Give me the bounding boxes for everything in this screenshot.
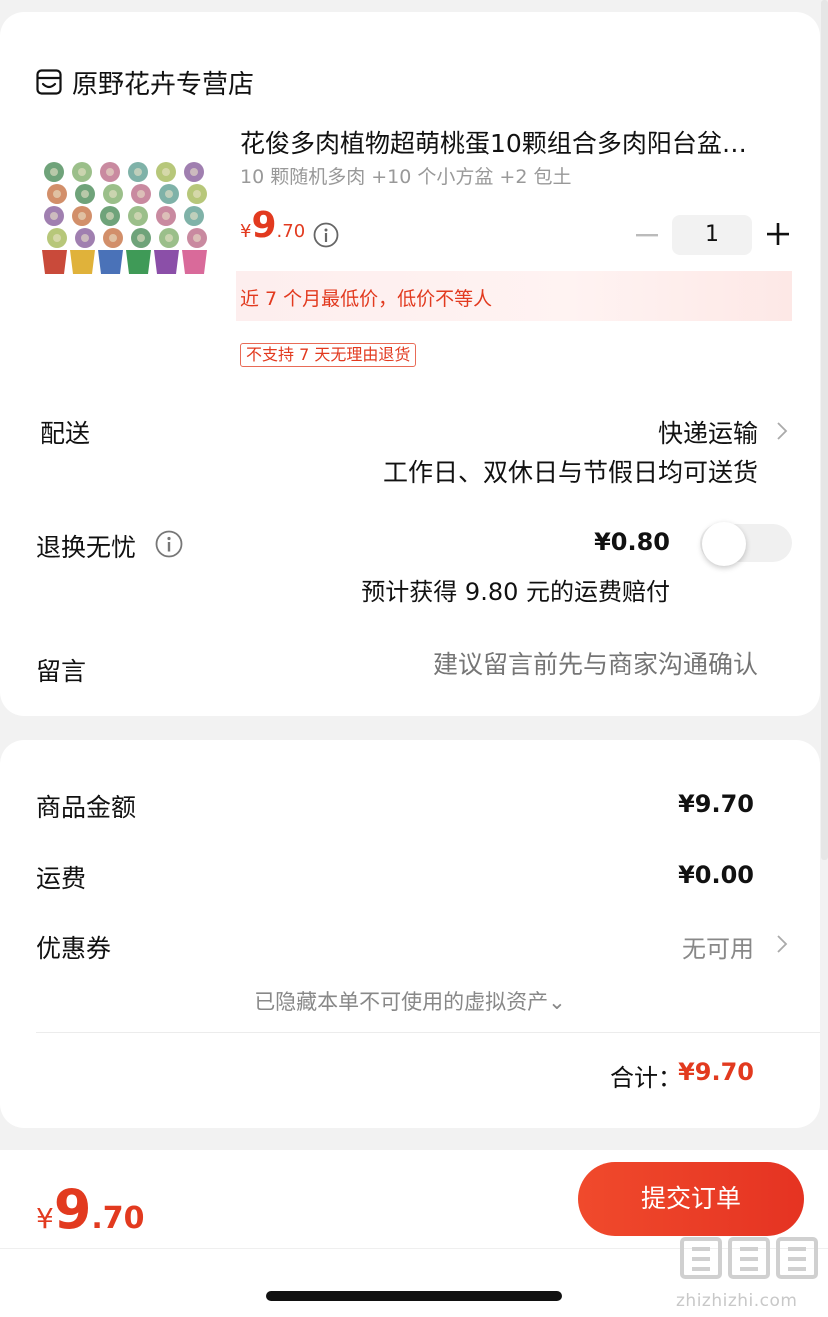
return-insurance-price: ¥0.80 [594,528,670,556]
price-decimal: .70 [91,1201,145,1236]
quantity-decrease-button[interactable] [632,220,662,250]
quantity-input[interactable]: 1 [672,215,752,255]
chevron-right-icon[interactable] [775,933,789,955]
message-label: 留言 [36,657,87,686]
bottom-total-price: ¥9.70 [36,1178,145,1241]
goods-amount-label: 商品金额 [36,793,137,822]
watermark-logo [680,1237,818,1279]
price-integer: 9 [251,205,277,246]
coupon-label: 优惠券 [36,934,112,963]
message-input[interactable] [358,650,758,679]
delivery-method[interactable]: 快递运输 [658,414,758,450]
coupon-value[interactable]: 无可用 [682,929,754,964]
currency-symbol: ¥ [36,1202,54,1235]
no-return-tag: 不支持 7 天无理由退货 [240,343,417,367]
delivery-label: 配送 [40,419,91,448]
store-icon [36,69,62,95]
shipping-fee-value: ¥0.00 [678,861,754,889]
toggle-knob [702,522,746,566]
shipping-fee-label: 运费 [36,864,87,893]
store-name[interactable]: 原野花卉专营店 [72,64,254,101]
bottom-bar: ¥9.70 提交订单 zhizhizhi.com [0,1150,828,1317]
lowest-price-note: 近 7 个月最低价，低价不等人 [240,288,493,310]
watermark: zhizhizhi.com [676,1235,826,1311]
currency-symbol: ¥ [240,221,252,242]
product-spec[interactable]: 10 颗随机多肉 +10 个小方盆 +2 包土 [240,162,571,189]
divider [36,1032,820,1033]
product-image[interactable] [36,152,216,282]
hidden-assets-toggle[interactable]: 已隐藏本单不可使用的虚拟资产⌄ [0,986,820,1016]
watermark-text: zhizhizhi.com [676,1291,798,1311]
total-label: 合计： [610,1064,682,1092]
product-price: ¥9.70 [240,205,305,246]
chevron-right-icon[interactable] [775,420,789,442]
order-card: 原野花卉专营店 花俊多肉植物超萌桃蛋10颗组合多肉阳台盆… 10 颗随机多肉 +… [0,12,820,716]
price-integer: 9 [53,1178,92,1241]
scrollbar[interactable] [821,0,828,860]
product-title[interactable]: 花俊多肉植物超萌桃蛋10颗组合多肉阳台盆… [240,124,785,160]
info-icon[interactable] [155,530,183,558]
total-value: ¥9.70 [678,1058,754,1086]
goods-amount-value: ¥9.70 [678,790,754,818]
return-insurance-label: 退换无忧 [36,533,137,562]
submit-order-button[interactable]: 提交订单 [578,1162,804,1236]
quantity-increase-button[interactable] [764,220,792,248]
summary-card: 商品金额 ¥9.70 运费 ¥0.00 优惠券 无可用 已隐藏本单不可使用的虚拟… [0,740,820,1128]
return-insurance-note: 预计获得 9.80 元的运费赔付 [361,578,670,606]
price-decimal: .70 [276,221,306,242]
return-insurance-toggle[interactable] [700,522,792,566]
delivery-note: 工作日、双休日与节假日均可送货 [382,458,758,487]
info-icon[interactable] [313,222,339,248]
home-indicator[interactable] [266,1291,562,1301]
